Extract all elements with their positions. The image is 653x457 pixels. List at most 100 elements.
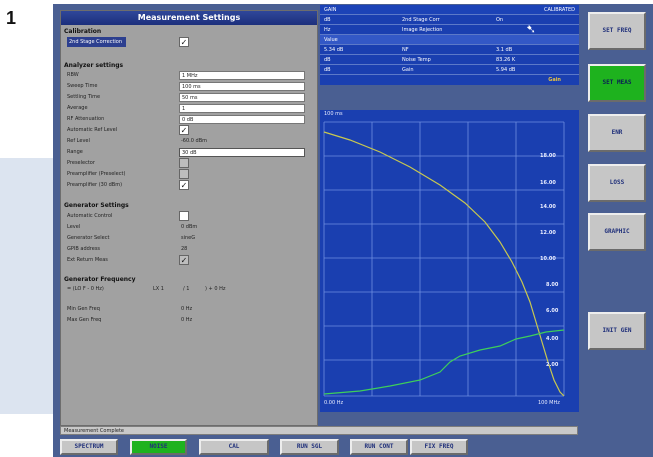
- sweep-time-label: Sweep Time: [67, 83, 98, 89]
- noise-figure-trace: [323, 329, 565, 395]
- preselector-checkbox[interactable]: [179, 158, 189, 168]
- calibrated-flag: CALIBRATED: [544, 7, 575, 13]
- preamp-preselect-checkbox[interactable]: [179, 169, 189, 179]
- settling-time-field[interactable]: 50 ms: [179, 93, 305, 102]
- rf-attenuation-field[interactable]: 0 dB: [179, 115, 305, 124]
- ext-return-label: Ext Return Meas: [67, 257, 108, 263]
- preselector-row: Preselector: [67, 158, 312, 168]
- table-cell: 3.1 dB: [496, 47, 513, 53]
- level-row: Level 0 dBm: [67, 222, 312, 232]
- generator-select-label: Generator Select: [67, 235, 110, 241]
- y-tick-label: 4.00: [546, 336, 559, 342]
- rf-attenuation-label: RF Attenuation: [67, 116, 105, 122]
- rbw-field[interactable]: 1 MHz: [179, 71, 305, 80]
- set-freq-softkey[interactable]: SET FREQ: [588, 12, 646, 50]
- ext-return-checkbox[interactable]: ✓: [179, 255, 189, 265]
- table-cell: 83.26 K: [496, 57, 516, 63]
- ref-level-value: -60.0 dBm: [181, 138, 208, 144]
- generator-frequency-formula: = (LO F - 0 Hz) LX 1 / 1 ) + 0 Hz: [67, 286, 312, 296]
- table-row: Hz Image Rejection ➷: [320, 22, 579, 36]
- value-header: Value: [324, 37, 338, 43]
- table-cell: dB: [324, 17, 331, 23]
- table-cell: 5.94 dB: [496, 67, 516, 73]
- y-tick-label: 10.00: [540, 256, 556, 262]
- table-header: GAIN CALIBRATED: [320, 5, 579, 15]
- spectrum-hotkey[interactable]: SPECTRUM: [60, 439, 118, 455]
- cal-hotkey[interactable]: CAL: [199, 439, 269, 455]
- preamp-30-checkbox[interactable]: ✓: [179, 180, 189, 190]
- sweep-time-row: Sweep Time 100 ms: [67, 81, 312, 91]
- table-cell: dB: [324, 67, 331, 73]
- min-gen-freq-label: Min Gen Freq: [67, 306, 100, 312]
- table-cell: 2nd Stage Corr: [402, 17, 440, 23]
- frequency-divider[interactable]: / 1: [183, 286, 189, 292]
- sweep-time-field[interactable]: 100 ms: [179, 82, 305, 91]
- calibration-heading: Calibration: [64, 28, 102, 35]
- level-value[interactable]: 0 dBm: [179, 223, 305, 232]
- measurement-settings-dialog: Measurement Settings Calibration 2nd Sta…: [60, 10, 318, 426]
- automatic-ref-level-checkbox[interactable]: ✓: [179, 125, 189, 135]
- graphic-softkey[interactable]: GRAPHIC: [588, 213, 646, 251]
- y-tick-label: 18.00: [540, 153, 556, 159]
- ref-level-row: Ref Level -60.0 dBm: [67, 136, 312, 146]
- automatic-ref-level-label: Automatic Ref Level: [67, 127, 118, 133]
- fix-freq-hotkey[interactable]: FIX FREQ: [410, 439, 468, 455]
- gpib-address-row: GPIB address 28: [67, 244, 312, 254]
- table-row: 5.34 dB NF 3.1 dB: [320, 45, 579, 55]
- level-label: Level: [67, 224, 81, 230]
- figure-number: 1: [6, 8, 17, 28]
- preselector-label: Preselector: [67, 160, 95, 166]
- plot-grid: [323, 121, 565, 397]
- table-row: dB 2nd Stage Corr On: [320, 15, 579, 25]
- y-tick-label: 8.00: [546, 282, 559, 288]
- average-label: Average: [67, 105, 88, 111]
- gpib-address-value[interactable]: 28: [179, 245, 305, 254]
- gain-label-row: Gain: [320, 75, 579, 85]
- y-tick-label: 16.00: [540, 180, 556, 186]
- settling-time-label: Settling Time: [67, 94, 101, 100]
- second-stage-correction-checkbox[interactable]: ✓: [179, 37, 189, 47]
- preamp-preselect-label: Preamplifier (Preselect): [67, 171, 126, 177]
- max-gen-freq-value: 0 Hz: [181, 317, 193, 323]
- max-gen-freq-label: Max Gen Freq: [67, 317, 102, 323]
- enr-softkey[interactable]: ENR: [588, 114, 646, 152]
- noise-plot: 100 ms 0.00 Hz 100 MHz 18.00 16.00 14.00…: [320, 110, 579, 412]
- range-field[interactable]: 30 dB: [179, 148, 305, 157]
- gain-trace: [323, 131, 565, 397]
- set-meas-softkey[interactable]: SET MEAS: [588, 64, 646, 102]
- range-row: Range 30 dB: [67, 147, 312, 157]
- gpib-address-label: GPIB address: [67, 246, 101, 252]
- table-cell: Noise Temp: [402, 57, 431, 63]
- plot-start-freq: 0.00 Hz: [324, 400, 344, 406]
- analyzer-settings-heading: Analyzer settings: [64, 62, 124, 69]
- automatic-ref-level-row: Automatic Ref Level ✓: [67, 125, 312, 135]
- average-field[interactable]: 1: [179, 104, 305, 113]
- second-stage-correction-row[interactable]: 2nd Stage Correction ✓: [67, 37, 312, 47]
- rbw-row: RBW 1 MHz: [67, 70, 312, 80]
- dialog-title: Measurement Settings: [61, 11, 317, 25]
- table-cell: dB: [324, 57, 331, 63]
- value-header-row: Value: [320, 35, 579, 45]
- table-row: dB Gain 5.94 dB: [320, 65, 579, 75]
- table-cell: NF: [402, 47, 409, 53]
- run-sgl-hotkey[interactable]: RUN SGL: [280, 439, 339, 455]
- range-label: Range: [67, 149, 83, 155]
- result-table: GAIN CALIBRATED dB 2nd Stage Corr On Hz …: [320, 5, 579, 85]
- generator-select-row: Generator Select sineG: [67, 233, 312, 243]
- table-title: GAIN: [324, 7, 337, 13]
- rbw-label: RBW: [67, 72, 79, 78]
- generator-select-value[interactable]: sineG: [179, 234, 305, 243]
- ref-level-label: Ref Level: [67, 138, 90, 144]
- y-tick-label: 6.00: [546, 308, 559, 314]
- noise-hotkey[interactable]: NOISE: [130, 439, 187, 455]
- plot-sweep-time: 100 ms: [324, 111, 343, 117]
- table-cell: Image Rejection: [402, 27, 443, 33]
- automatic-control-label: Automatic Control: [67, 213, 113, 219]
- loss-softkey[interactable]: LOSS: [588, 164, 646, 202]
- run-cont-hotkey[interactable]: RUN CONT: [350, 439, 408, 455]
- automatic-control-checkbox[interactable]: [179, 211, 189, 221]
- frequency-multiplier[interactable]: LX 1: [153, 286, 164, 292]
- init-gen-softkey[interactable]: INIT GEN: [588, 312, 646, 350]
- frequency-offset[interactable]: ) + 0 Hz: [205, 286, 225, 292]
- automatic-control-row: Automatic Control: [67, 211, 312, 221]
